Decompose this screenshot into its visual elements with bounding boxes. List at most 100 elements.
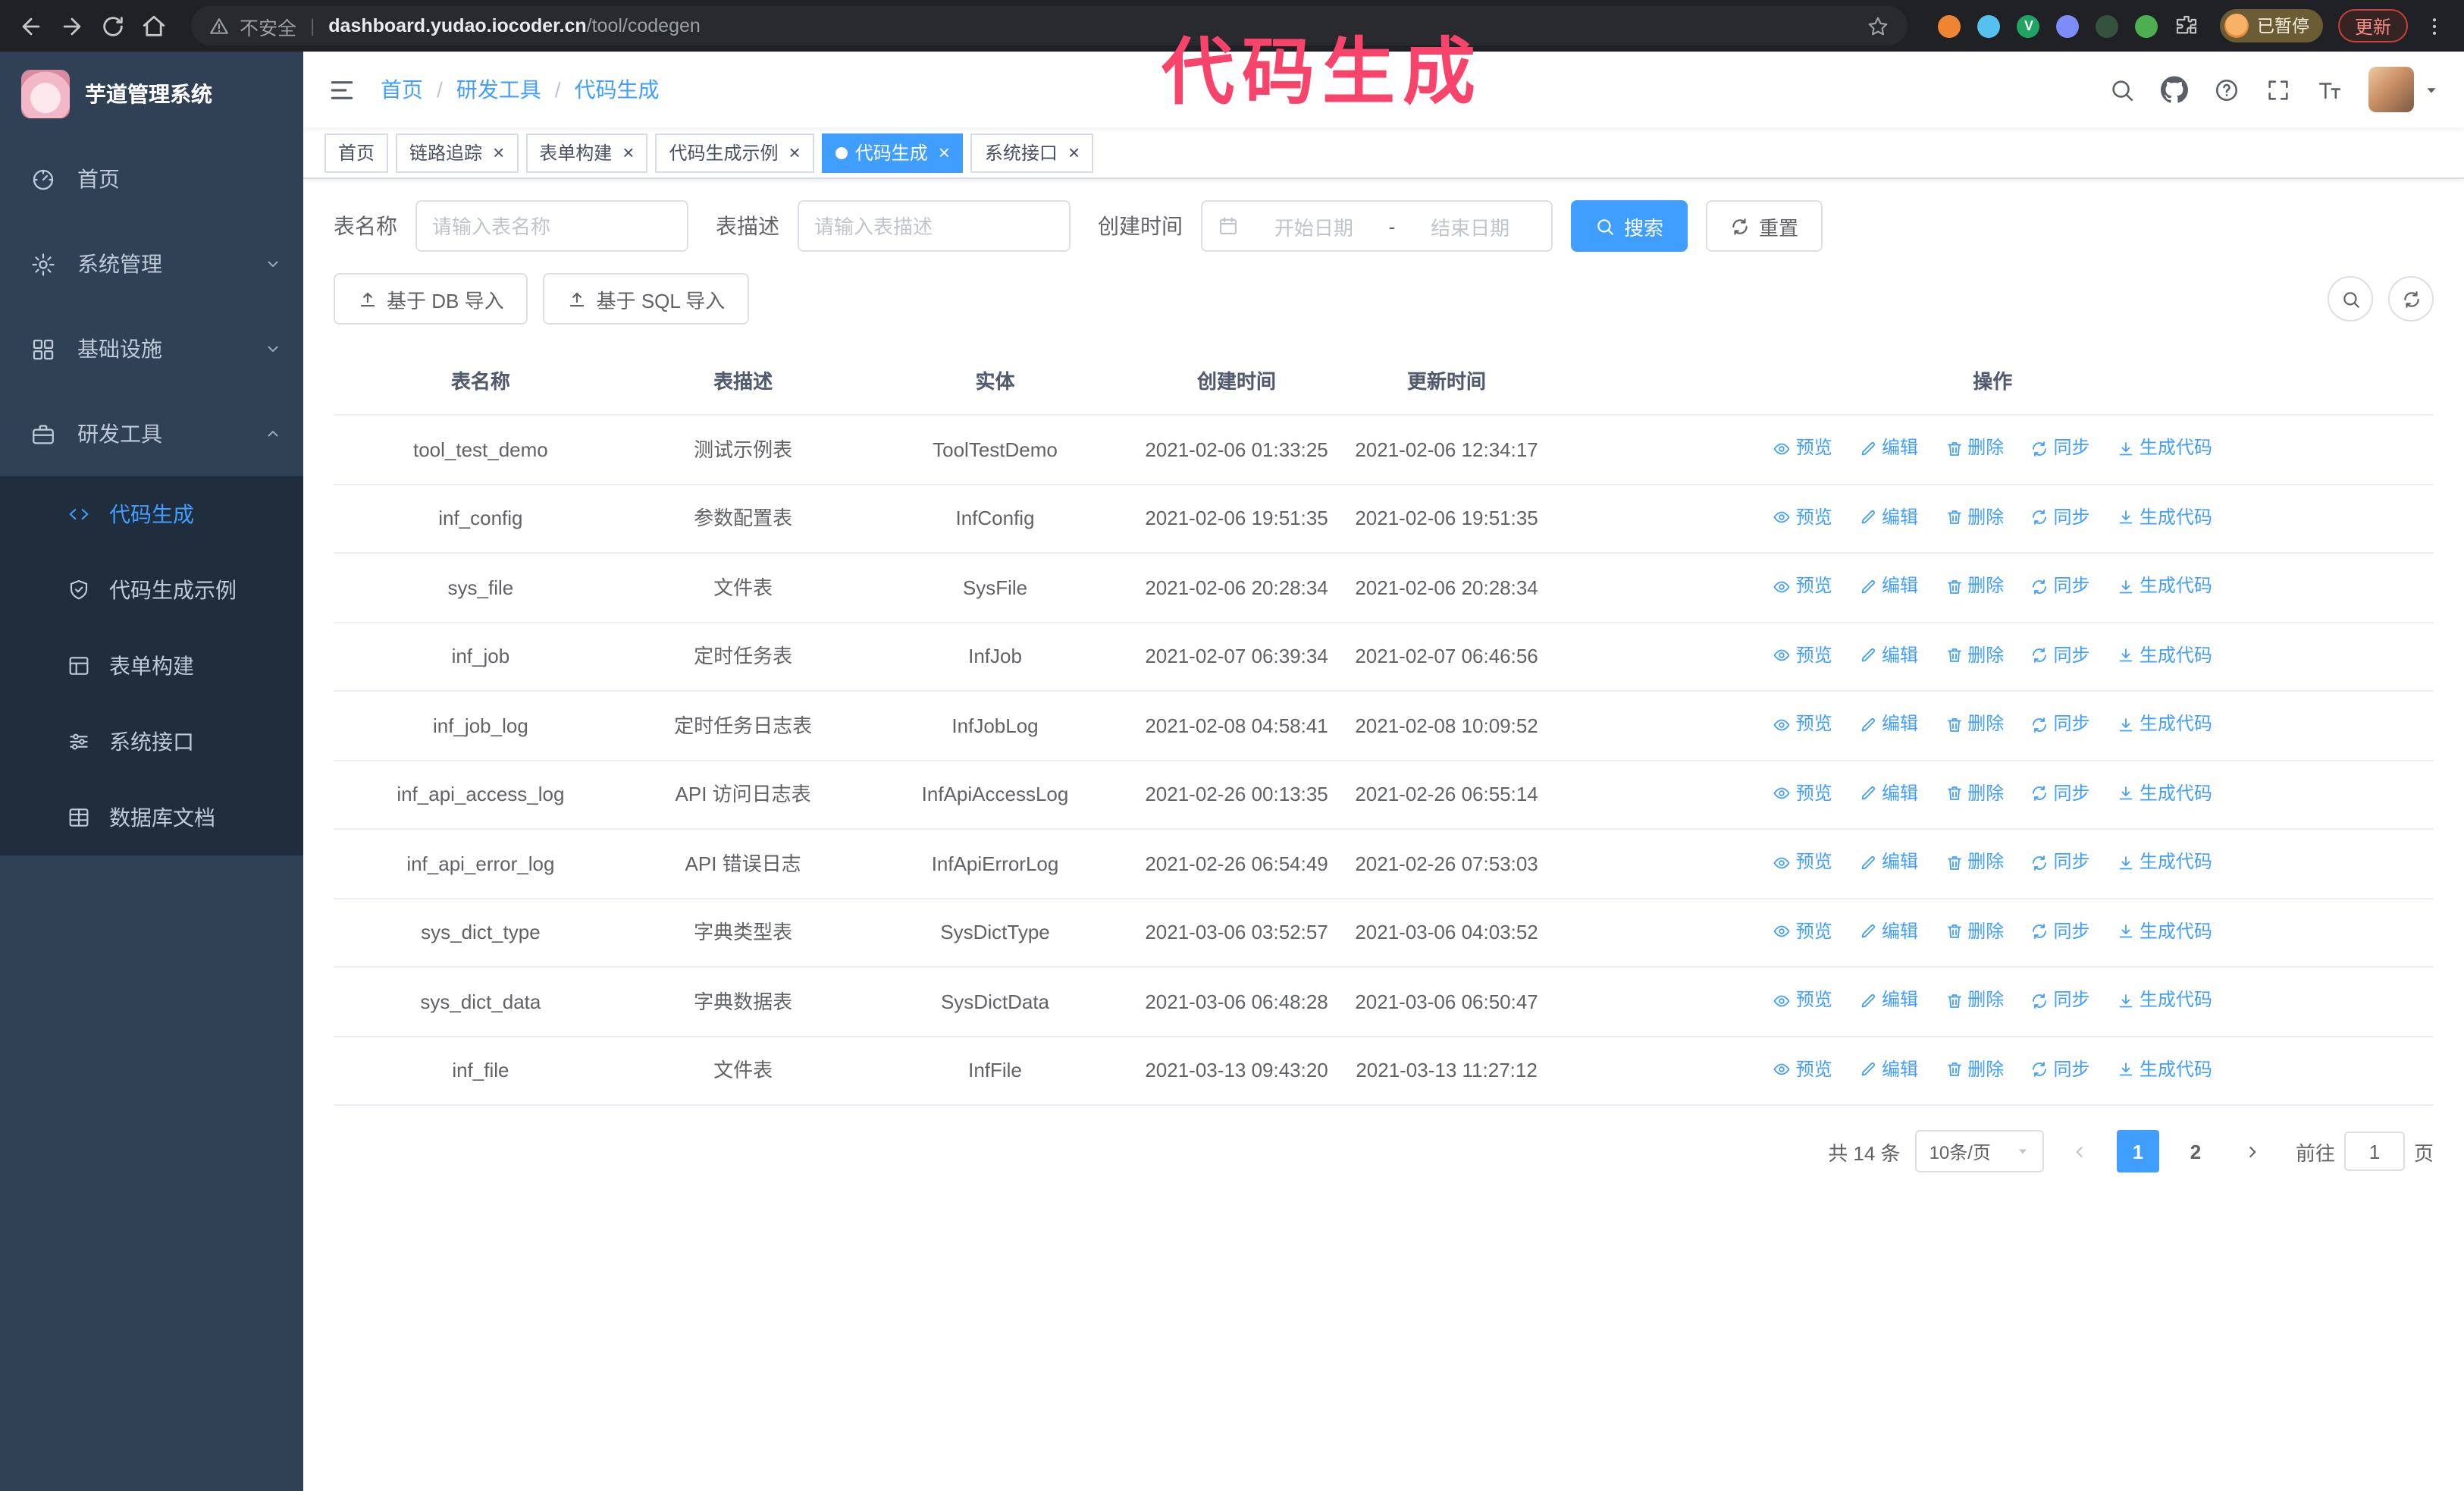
- table-name-field[interactable]: [432, 215, 672, 237]
- refresh-table-button[interactable]: [2388, 276, 2434, 322]
- breadcrumb-home[interactable]: 首页: [381, 74, 423, 105]
- browser-home-icon[interactable]: [141, 13, 167, 39]
- paused-badge[interactable]: 已暂停: [2220, 9, 2323, 42]
- sidebar-item-home[interactable]: 首页: [0, 137, 303, 221]
- generate-code-link[interactable]: 生成代码: [2117, 846, 2212, 878]
- preview-link[interactable]: 预览: [1773, 777, 1832, 809]
- close-icon[interactable]: ×: [622, 143, 634, 162]
- bookmark-star-icon[interactable]: [1867, 14, 1890, 37]
- edit-link[interactable]: 编辑: [1859, 777, 1918, 809]
- import-db-button[interactable]: 基于 DB 导入: [334, 273, 528, 325]
- sync-link[interactable]: 同步: [2031, 432, 2090, 464]
- update-button[interactable]: 更新: [2337, 9, 2408, 42]
- close-icon[interactable]: ×: [939, 143, 950, 162]
- delete-link[interactable]: 删除: [1945, 708, 2004, 740]
- tab-codegen[interactable]: 代码生成 ×: [821, 133, 964, 172]
- sidebar-item-db-doc[interactable]: 数据库文档: [0, 780, 303, 855]
- preview-link[interactable]: 预览: [1773, 846, 1832, 878]
- generate-code-link[interactable]: 生成代码: [2117, 1053, 2212, 1085]
- contacts-extension-icon[interactable]: [2056, 14, 2080, 37]
- close-icon[interactable]: ×: [789, 143, 801, 162]
- sidebar-item-system-api[interactable]: 系统接口: [0, 704, 303, 780]
- prev-page-button[interactable]: [2059, 1130, 2102, 1172]
- table-desc-input[interactable]: [798, 200, 1071, 252]
- preview-link[interactable]: 预览: [1773, 639, 1832, 671]
- page-size-select[interactable]: 10条/页: [1915, 1130, 2044, 1172]
- hamburger-icon[interactable]: [328, 75, 356, 104]
- close-icon[interactable]: ×: [493, 143, 504, 162]
- search-button[interactable]: 搜索: [1571, 200, 1688, 252]
- edit-link[interactable]: 编辑: [1859, 570, 1918, 602]
- delete-link[interactable]: 删除: [1945, 639, 2004, 671]
- preview-link[interactable]: 预览: [1773, 984, 1832, 1016]
- edit-link[interactable]: 编辑: [1859, 846, 1918, 878]
- preview-link[interactable]: 预览: [1773, 708, 1832, 740]
- page-1-button[interactable]: 1: [2116, 1130, 2159, 1172]
- generate-code-link[interactable]: 生成代码: [2117, 984, 2212, 1016]
- edit-link[interactable]: 编辑: [1859, 708, 1918, 740]
- preview-link[interactable]: 预览: [1773, 501, 1832, 533]
- generate-code-link[interactable]: 生成代码: [2117, 501, 2212, 533]
- sync-link[interactable]: 同步: [2031, 708, 2090, 740]
- edit-link[interactable]: 编辑: [1859, 432, 1918, 464]
- preview-link[interactable]: 预览: [1773, 1053, 1832, 1085]
- next-page-button[interactable]: [2232, 1130, 2274, 1172]
- delete-link[interactable]: 删除: [1945, 570, 2004, 602]
- leaf-extension-icon[interactable]: [2135, 14, 2158, 37]
- preview-link[interactable]: 预览: [1773, 570, 1832, 602]
- page-2-button[interactable]: 2: [2174, 1130, 2217, 1172]
- sync-link[interactable]: 同步: [2031, 639, 2090, 671]
- sync-link[interactable]: 同步: [2031, 501, 2090, 533]
- tab-form-builder[interactable]: 表单构建 ×: [525, 133, 648, 172]
- generate-code-link[interactable]: 生成代码: [2117, 432, 2212, 464]
- fullscreen-icon[interactable]: [2265, 77, 2291, 102]
- delete-link[interactable]: 删除: [1945, 432, 2004, 464]
- address-bar[interactable]: 不安全 | dashboard.yudao.iocoder.cn/tool/co…: [191, 6, 1908, 46]
- edit-link[interactable]: 编辑: [1859, 1053, 1918, 1085]
- forward-icon[interactable]: [59, 13, 85, 39]
- tab-system-api[interactable]: 系统接口 ×: [970, 133, 1094, 172]
- preview-link[interactable]: 预览: [1773, 432, 1832, 464]
- sidebar-item-system-management[interactable]: 系统管理: [0, 221, 303, 306]
- sync-link[interactable]: 同步: [2031, 570, 2090, 602]
- table-name-input[interactable]: [415, 200, 688, 252]
- delete-link[interactable]: 删除: [1945, 915, 2004, 947]
- sidebar-item-form-builder[interactable]: 表单构建: [0, 628, 303, 704]
- generate-code-link[interactable]: 生成代码: [2117, 708, 2212, 740]
- sidebar-item-dev-tools[interactable]: 研发工具: [0, 391, 303, 476]
- delete-link[interactable]: 删除: [1945, 984, 2004, 1016]
- tab-tracing[interactable]: 链路追踪 ×: [396, 133, 519, 172]
- generate-code-link[interactable]: 生成代码: [2117, 570, 2212, 602]
- font-size-icon[interactable]: [2317, 77, 2343, 102]
- edit-link[interactable]: 编辑: [1859, 984, 1918, 1016]
- reset-button[interactable]: 重置: [1706, 200, 1823, 252]
- tab-home[interactable]: 首页: [324, 133, 389, 172]
- delete-link[interactable]: 删除: [1945, 501, 2004, 533]
- generate-code-link[interactable]: 生成代码: [2117, 639, 2212, 671]
- close-icon[interactable]: ×: [1068, 143, 1080, 162]
- toggle-search-button[interactable]: [2328, 276, 2373, 322]
- hamster-extension-icon[interactable]: [1938, 14, 1961, 37]
- edit-link[interactable]: 编辑: [1859, 501, 1918, 533]
- user-menu[interactable]: [2368, 67, 2440, 112]
- sidebar-item-codegen-example[interactable]: 代码生成示例: [0, 552, 303, 628]
- v-extension-icon[interactable]: V: [2017, 14, 2040, 37]
- sync-link[interactable]: 同步: [2031, 915, 2090, 947]
- tab-codegen-example[interactable]: 代码生成示例 ×: [655, 133, 814, 172]
- goto-page-input[interactable]: [2343, 1132, 2405, 1171]
- table-desc-field[interactable]: [814, 215, 1054, 237]
- drop-extension-icon[interactable]: [1977, 14, 2001, 37]
- search-icon[interactable]: [2109, 77, 2135, 102]
- back-icon[interactable]: [18, 13, 44, 39]
- generate-code-link[interactable]: 生成代码: [2117, 777, 2212, 809]
- delete-link[interactable]: 删除: [1945, 1053, 2004, 1085]
- reload-icon[interactable]: [100, 13, 126, 39]
- capture-extension-icon[interactable]: [2096, 14, 2119, 37]
- edit-link[interactable]: 编辑: [1859, 639, 1918, 671]
- sidebar-item-codegen[interactable]: 代码生成: [0, 476, 303, 552]
- sync-link[interactable]: 同步: [2031, 984, 2090, 1016]
- sync-link[interactable]: 同步: [2031, 777, 2090, 809]
- generate-code-link[interactable]: 生成代码: [2117, 915, 2212, 947]
- sync-link[interactable]: 同步: [2031, 1053, 2090, 1085]
- edit-link[interactable]: 编辑: [1859, 915, 1918, 947]
